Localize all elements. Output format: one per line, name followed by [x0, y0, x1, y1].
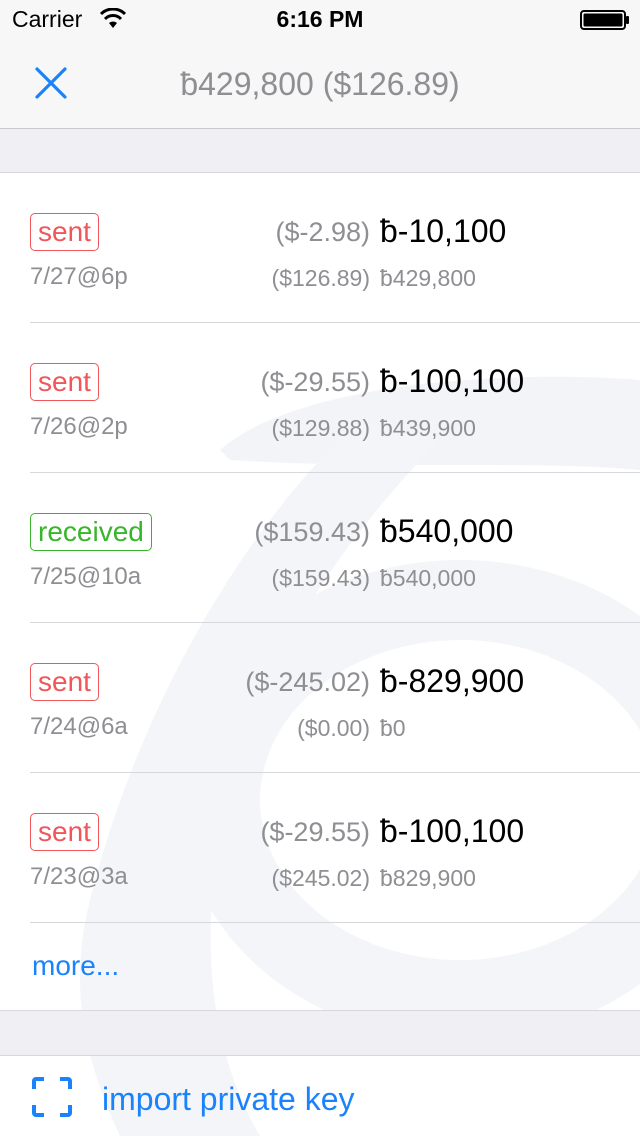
balance-fiat: ($129.88): [271, 415, 370, 441]
balance-amount: ƀ829,900: [380, 865, 476, 891]
more-link[interactable]: more...: [32, 950, 119, 982]
transaction-type-badge: sent: [30, 663, 99, 701]
section-separator: [0, 129, 640, 173]
transaction-fiat-amount: ($-2.98): [275, 217, 370, 247]
transaction-fiat-amount: ($-29.55): [260, 817, 370, 847]
row-divider: [30, 922, 640, 923]
transaction-row[interactable]: sent 7/26@2p ($-29.55) ƀ-100,100 ($129.8…: [0, 323, 640, 473]
transaction-row[interactable]: sent 7/27@6p ($-2.98) ƀ-10,100 ($126.89)…: [0, 173, 640, 323]
status-time: 6:16 PM: [276, 6, 364, 32]
balance-fiat: ($0.00): [297, 715, 370, 741]
nav-bar: ƀ429,800 ($126.89): [0, 40, 640, 129]
transaction-type-badge: received: [30, 513, 152, 551]
transaction-date: 7/26@2p: [30, 413, 128, 440]
transaction-fiat-amount: ($159.43): [254, 517, 370, 547]
scan-icon: [32, 1077, 72, 1117]
import-private-key-button[interactable]: import private key: [0, 1055, 640, 1136]
transaction-amount: ƀ-10,100: [380, 213, 507, 249]
balance-fiat: ($126.89): [271, 265, 370, 291]
balance-title: ƀ429,800 ($126.89): [180, 66, 460, 102]
transaction-date: 7/27@6p: [30, 263, 128, 290]
transaction-type-badge: sent: [30, 363, 99, 401]
transaction-row[interactable]: sent 7/24@6a ($-245.02) ƀ-829,900 ($0.00…: [0, 623, 640, 773]
balance-amount: ƀ0: [380, 715, 406, 741]
screen: Carrier 6:16 PM ƀ429,800 ($126.89) sent …: [0, 0, 640, 1136]
transaction-amount: ƀ540,000: [380, 513, 514, 549]
transaction-fiat-amount: ($-245.02): [245, 667, 370, 697]
transaction-date: 7/25@10a: [30, 563, 142, 590]
transaction-amount: ƀ-100,100: [380, 363, 525, 399]
transaction-list: sent 7/27@6p ($-2.98) ƀ-10,100 ($126.89)…: [0, 173, 640, 923]
transaction-amount: ƀ-829,900: [380, 663, 525, 699]
transaction-row[interactable]: sent 7/23@3a ($-29.55) ƀ-100,100 ($245.0…: [0, 773, 640, 923]
balance-fiat: ($159.43): [271, 565, 370, 591]
transaction-row[interactable]: received 7/25@10a ($159.43) ƀ540,000 ($1…: [0, 473, 640, 623]
balance-amount: ƀ540,000: [380, 565, 476, 591]
status-bar: Carrier 6:16 PM: [0, 0, 640, 40]
transaction-fiat-amount: ($-29.55): [260, 367, 370, 397]
balance-amount: ƀ429,800: [380, 265, 476, 291]
transaction-type-badge: sent: [30, 813, 99, 851]
balance-fiat: ($245.02): [271, 865, 370, 891]
battery-icon: [580, 10, 629, 30]
transaction-date: 7/23@3a: [30, 863, 128, 890]
transaction-date: 7/24@6a: [30, 713, 128, 740]
transaction-type-badge: sent: [30, 213, 99, 251]
transaction-amount: ƀ-100,100: [380, 813, 525, 849]
balance-amount: ƀ439,900: [380, 415, 476, 441]
section-separator: [0, 1010, 640, 1056]
import-private-key-label: import private key: [102, 1081, 355, 1117]
